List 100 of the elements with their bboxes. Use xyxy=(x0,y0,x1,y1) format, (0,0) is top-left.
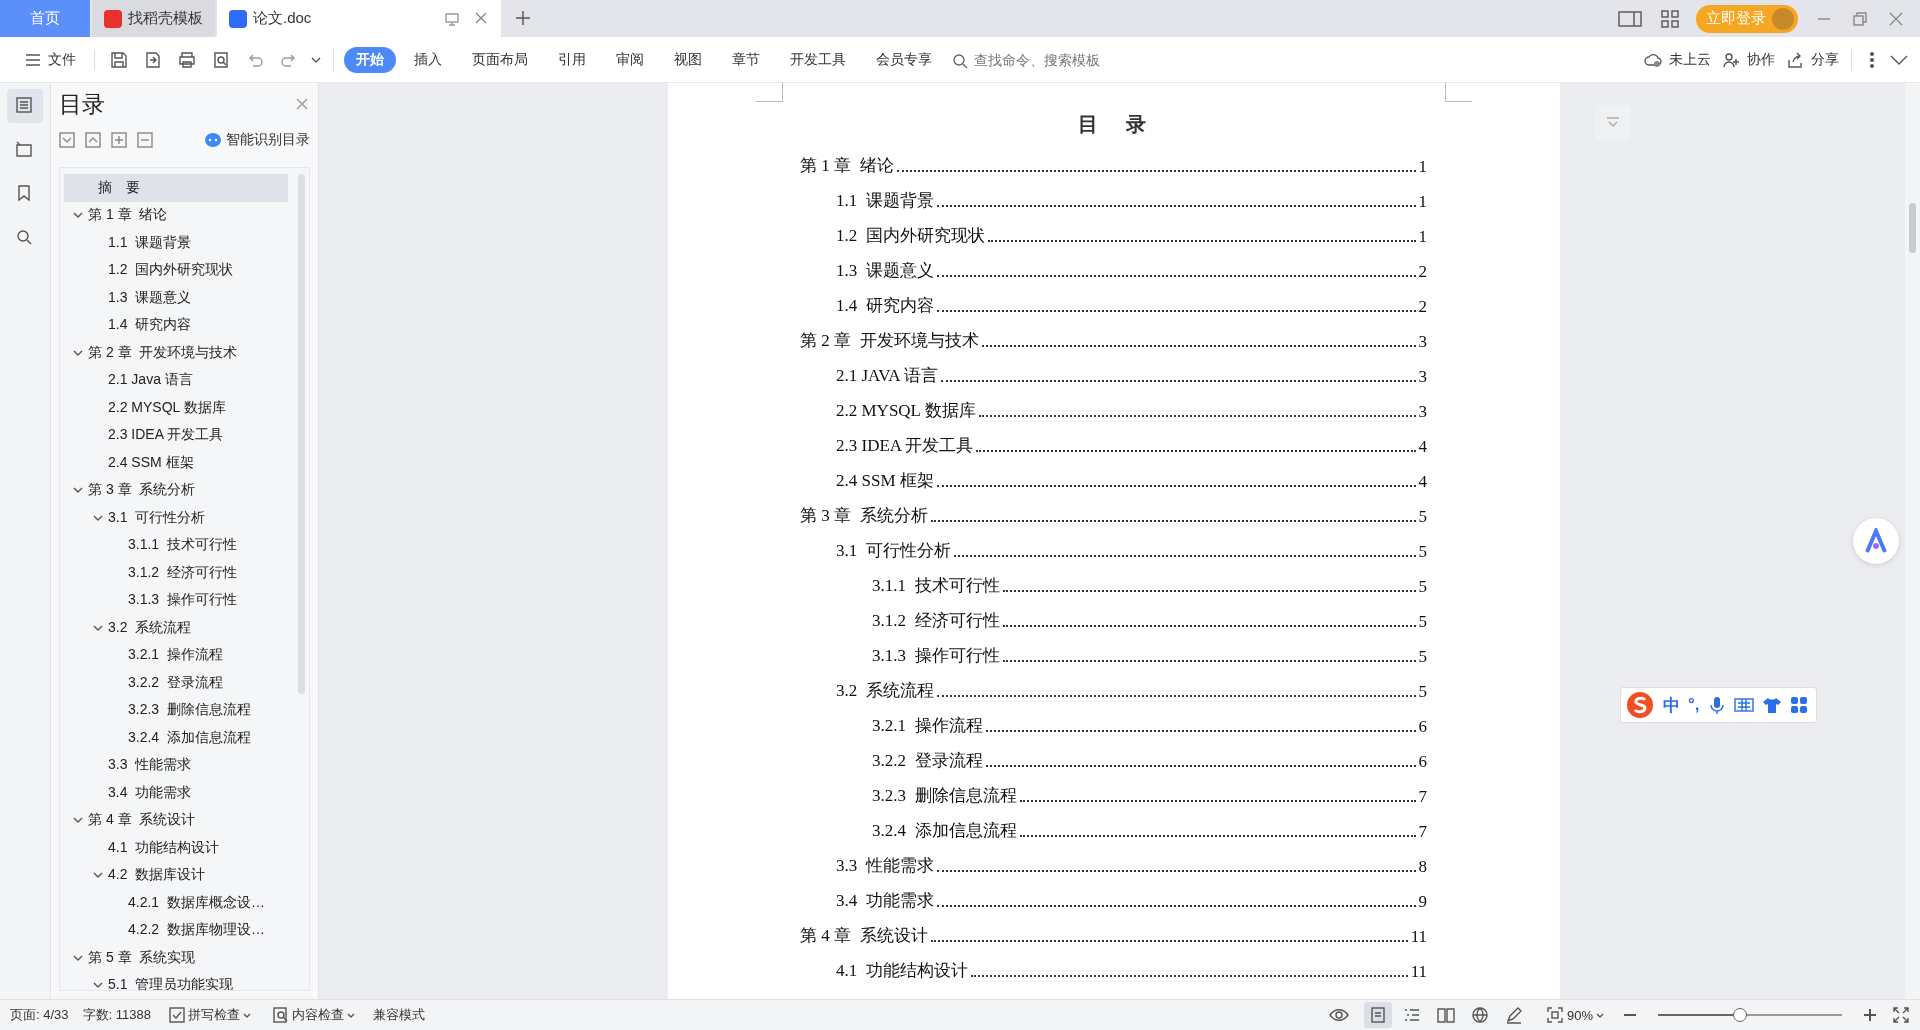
outline-item[interactable]: 3.4 功能需求 xyxy=(64,779,288,807)
page-number: 1 xyxy=(1418,192,1427,212)
outline-item[interactable]: 摘 要 xyxy=(64,174,288,202)
spell-check-button[interactable]: 拼写检查 xyxy=(164,1004,255,1026)
slider-thumb[interactable] xyxy=(1732,1008,1747,1022)
microphone-icon xyxy=(1707,695,1726,715)
ribbon-tab[interactable]: 页面布局 xyxy=(460,46,540,73)
tab[interactable]: 找稻壳模板 xyxy=(92,0,215,37)
share-button[interactable]: 分享 xyxy=(1783,45,1841,74)
toc-entry: 3.2.3 删除信息流程 xyxy=(872,785,1017,807)
outline-item[interactable]: 2.2 MYSQL 数据库 xyxy=(64,394,288,422)
outline-item[interactable]: 第 2 章 开发环境与技术 xyxy=(64,339,288,367)
page-number: 5 xyxy=(1418,507,1427,527)
ime-label[interactable]: 中 xyxy=(1663,693,1680,717)
page-number: 4 xyxy=(1418,472,1427,492)
page-number: 2 xyxy=(1418,262,1427,282)
page-number: 1 xyxy=(1418,227,1427,247)
outline-item[interactable]: 4.2.2 数据库物理设… xyxy=(64,916,288,944)
ribbon-tab[interactable]: 插入 xyxy=(402,46,454,73)
outline-item[interactable]: 3.3 性能需求 xyxy=(64,751,288,779)
page-number: 7 xyxy=(1418,787,1427,807)
save-icon xyxy=(109,49,129,70)
page-number: 4 xyxy=(1418,437,1427,457)
outline-item[interactable]: 3.2.4 添加信息流程 xyxy=(64,724,288,752)
outline-item[interactable]: 1.4 研究内容 xyxy=(64,311,288,339)
smart-toc-button[interactable]: 智能识别目录 xyxy=(204,131,310,149)
outline-item[interactable]: 3.2.3 删除信息流程 xyxy=(64,696,288,724)
page-number: 3 xyxy=(1418,332,1427,352)
outline-item[interactable]: 第 4 章 系统设计 xyxy=(64,806,288,834)
outline-item[interactable]: 3.2.1 操作流程 xyxy=(64,641,288,669)
ribbon-tab[interactable]: 审阅 xyxy=(604,46,656,73)
export-icon xyxy=(143,49,163,70)
outline-item[interactable]: 第 3 章 系统分析 xyxy=(64,476,288,504)
word-count[interactable]: 字数: 11388 xyxy=(82,1006,151,1024)
outline-item[interactable]: 4.2 数据库设计 xyxy=(64,861,288,889)
toc-entry: 1.2 国内外研究现状 xyxy=(836,225,985,247)
fullscreen-icon[interactable] xyxy=(1892,1006,1910,1024)
page-count[interactable]: 页面: 4/33 xyxy=(10,1006,69,1024)
ribbon-tab[interactable]: 视图 xyxy=(662,46,714,73)
toc-entry: 3.4 功能需求 xyxy=(836,890,934,912)
outline-item[interactable]: 第 5 章 系统实现 xyxy=(64,944,288,972)
outline-item[interactable]: 2.3 IDEA 开发工具 xyxy=(64,421,288,449)
apps-icon xyxy=(1789,696,1808,714)
eye-icon[interactable] xyxy=(1327,1006,1350,1024)
page-number: 3 xyxy=(1418,367,1427,387)
s-logo-icon xyxy=(1625,690,1655,720)
ribbon-tab[interactable]: 会员专享 xyxy=(864,46,944,73)
scrollbar-thumb[interactable] xyxy=(298,174,305,694)
page-number: 11 xyxy=(1410,927,1427,947)
plus-icon[interactable] xyxy=(111,132,127,148)
toc-entry: 第 1 章 绪论 xyxy=(800,155,894,177)
outline-item[interactable]: 3.2.2 登录流程 xyxy=(64,669,288,697)
outline-item[interactable]: 3.1.3 操作可行性 xyxy=(64,586,288,614)
toc-entry: 3.2.1 操作流程 xyxy=(872,715,983,737)
view-mode-button[interactable] xyxy=(1363,1002,1392,1028)
toc-entry: 3.2 系统流程 xyxy=(836,680,934,702)
outline-item[interactable]: 第 1 章 绪论 xyxy=(64,201,288,229)
collapse-all-icon[interactable] xyxy=(59,132,75,148)
book-icon xyxy=(1435,1005,1456,1025)
outline-item[interactable]: 3.1.1 技术可行性 xyxy=(64,531,288,559)
outline-item[interactable]: 3.1 可行性分析 xyxy=(64,504,288,532)
page-number: 5 xyxy=(1418,682,1427,702)
zoom-menu[interactable]: 90% xyxy=(1541,1004,1608,1026)
toc-tool-button[interactable] xyxy=(7,89,43,123)
toc-entry: 1.4 研究内容 xyxy=(836,295,934,317)
outline-item[interactable]: 1.1 课题背景 xyxy=(64,229,288,257)
tab[interactable]: 论文.doc xyxy=(217,0,501,37)
content-check-button[interactable]: 内容检查 xyxy=(268,1004,359,1026)
scrollbar-thumb[interactable] xyxy=(1909,203,1916,253)
toc-entry: 4.1 功能结构设计 xyxy=(836,960,968,982)
ribbon-tab[interactable]: 引用 xyxy=(546,46,598,73)
outline-item[interactable]: 4.1 功能结构设计 xyxy=(64,834,288,862)
toc-entry: 3.1.3 操作可行性 xyxy=(872,645,1000,667)
collab-button[interactable]: 协作 xyxy=(1719,45,1777,74)
page-number: 6 xyxy=(1418,717,1427,737)
file-menu[interactable]: 文件 xyxy=(16,46,84,73)
assistant-button[interactable] xyxy=(1853,518,1899,564)
outline-item[interactable]: 2.1 Java 语言 xyxy=(64,366,288,394)
outline-item[interactable]: 3.2 系统流程 xyxy=(64,614,288,642)
close-icon[interactable] xyxy=(294,96,310,112)
ribbon-tab[interactable]: 章节 xyxy=(720,46,772,73)
toc-entry: 2.4 SSM 框架 xyxy=(836,470,934,492)
page-number: 5 xyxy=(1418,542,1427,562)
cloud-button[interactable]: 未上云 xyxy=(1641,45,1713,74)
device-icon[interactable] xyxy=(1618,8,1644,29)
toc-entry: 2.1 JAVA 语言 xyxy=(836,365,938,387)
outline-item[interactable]: 2.4 SSM 框架 xyxy=(64,449,288,477)
page-number: 6 xyxy=(1418,752,1427,772)
ime-label[interactable]: °, xyxy=(1688,695,1700,715)
toc-entry: 2.3 IDEA 开发工具 xyxy=(836,435,974,457)
toc-entry: 3.1.1 技术可行性 xyxy=(872,575,1000,597)
outline-item[interactable]: 4.2.1 数据库概念设… xyxy=(64,889,288,917)
ribbon-tab[interactable]: 开发工具 xyxy=(778,46,858,73)
expand-up-icon[interactable] xyxy=(85,132,101,148)
outline-item[interactable]: 3.1.2 经济可行性 xyxy=(64,559,288,587)
command-search-field[interactable]: 查找命令、搜索模板 xyxy=(968,47,1150,72)
grid-icon[interactable] xyxy=(1660,8,1680,29)
zoom-in-icon[interactable] xyxy=(1862,1007,1878,1023)
outline-item[interactable]: 1.3 课题意义 xyxy=(64,284,288,312)
outline-item[interactable]: 1.2 国内外研究现状 xyxy=(64,256,288,284)
